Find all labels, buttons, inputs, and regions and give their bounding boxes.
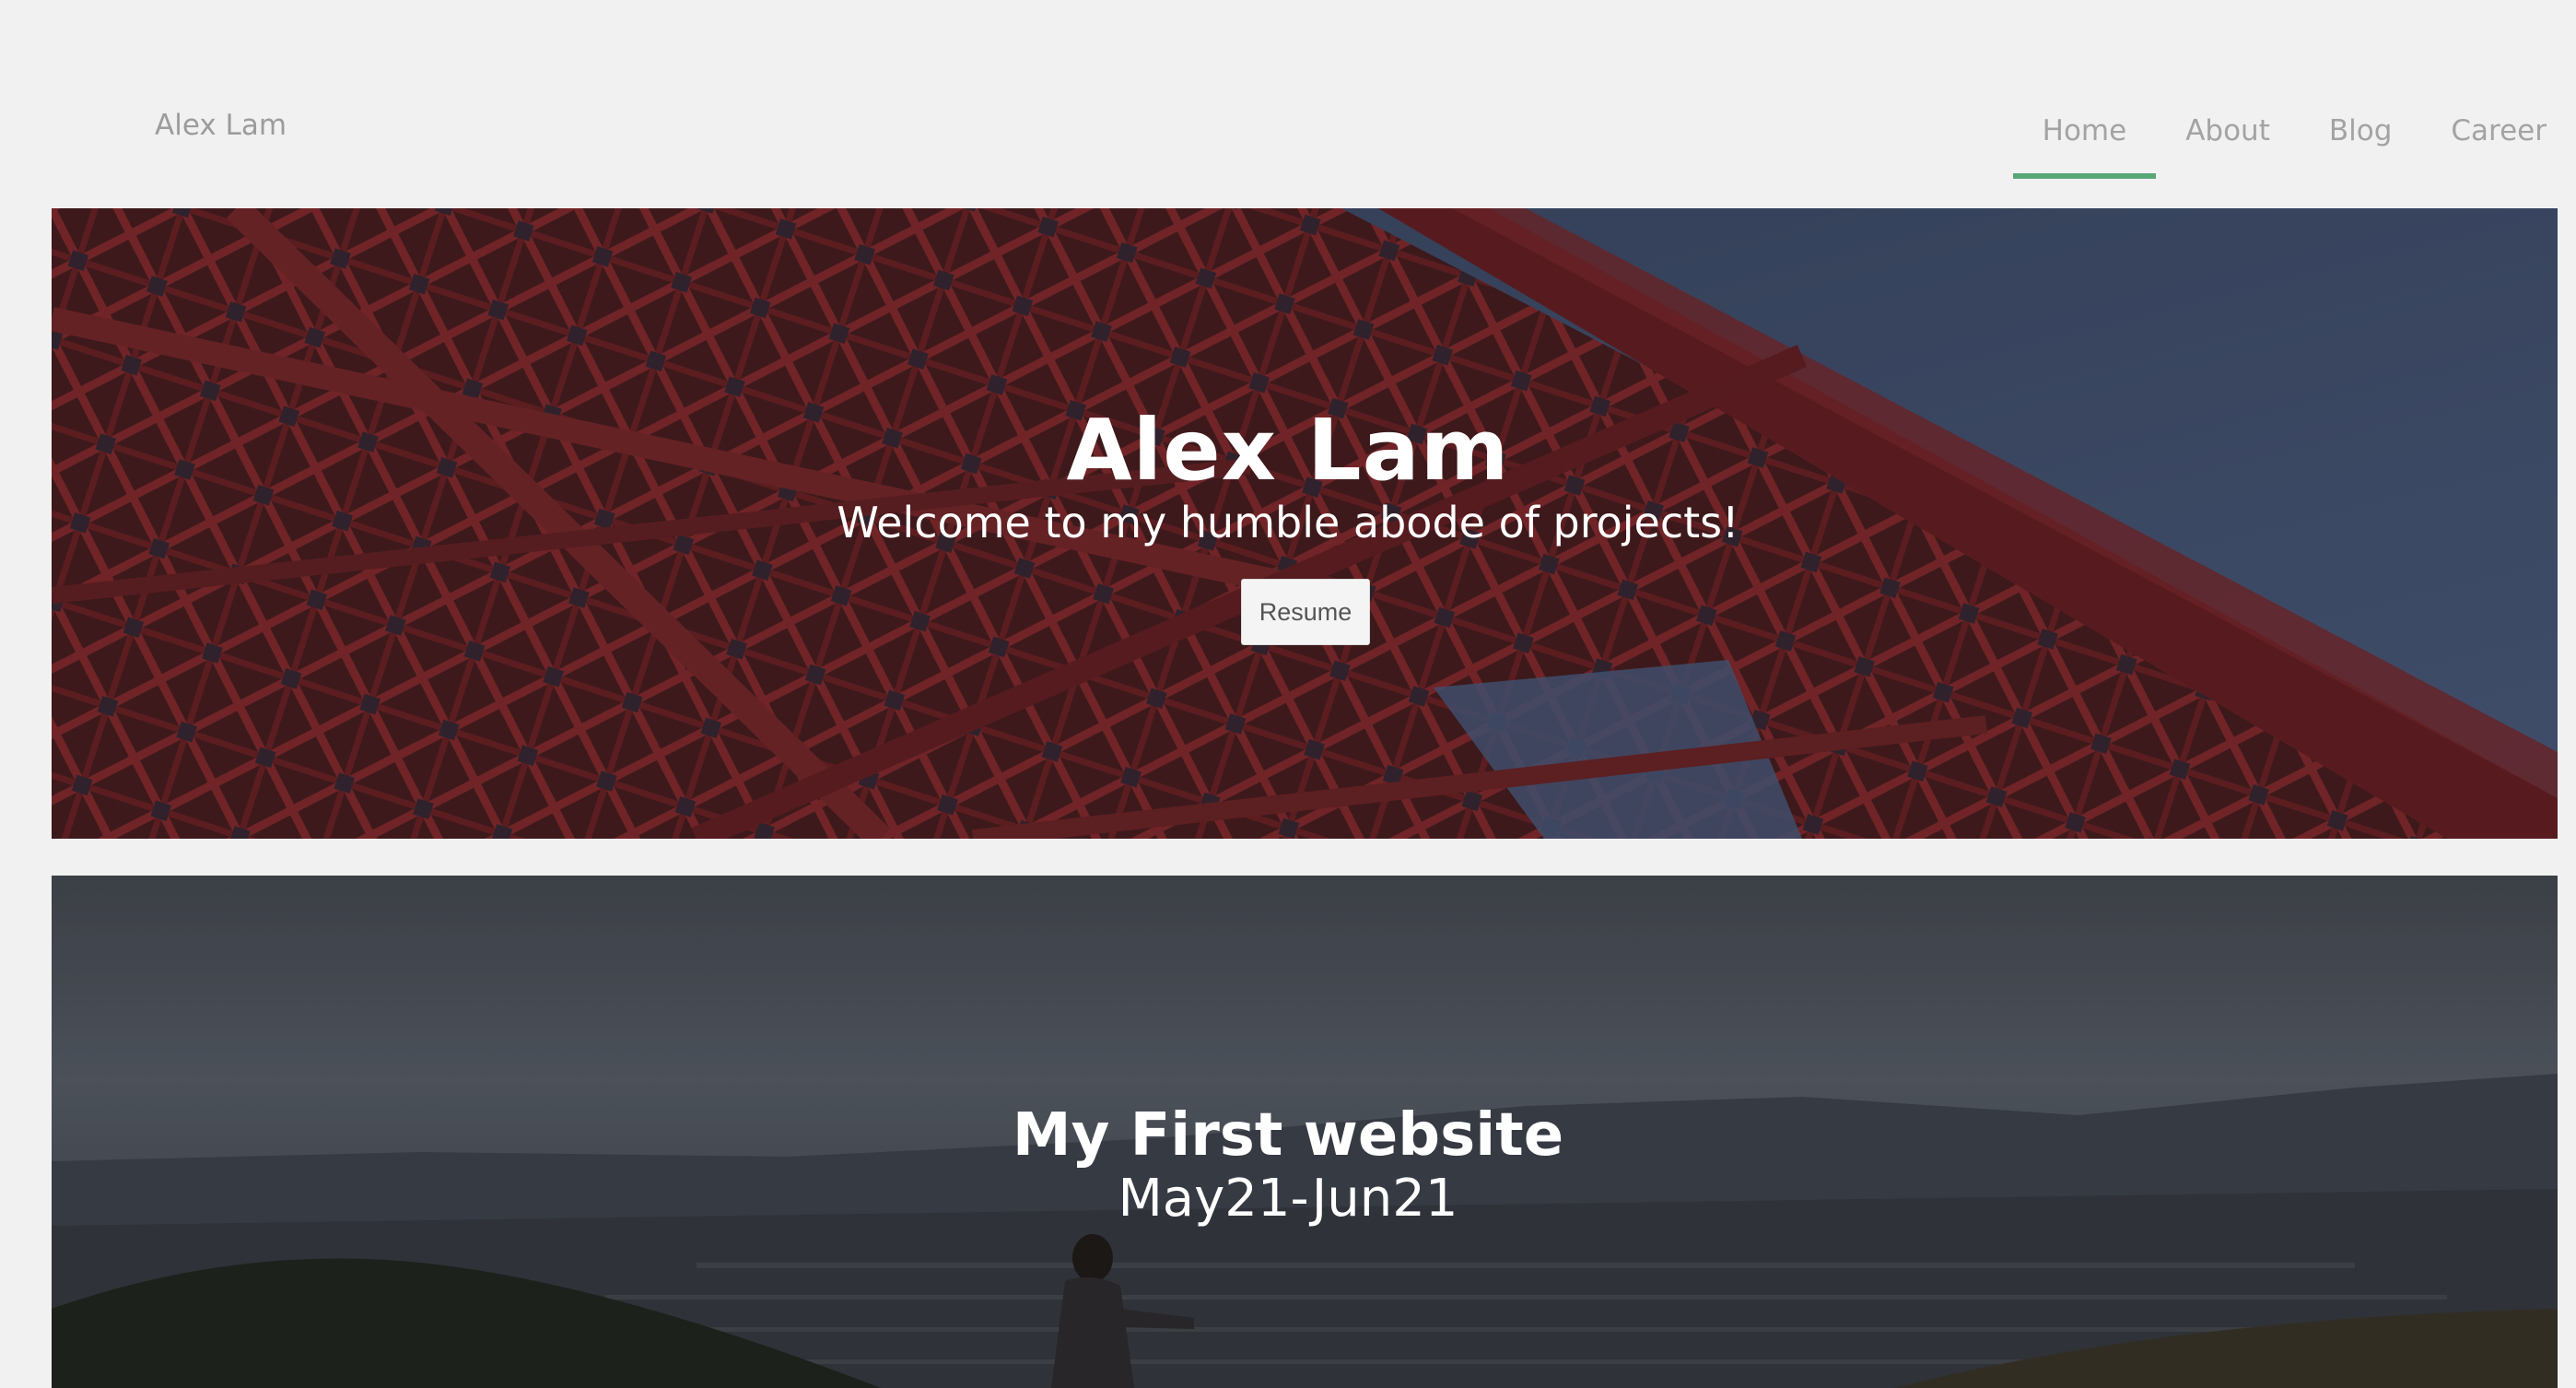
nav-blog-label: Blog <box>2328 113 2393 147</box>
nav-career[interactable]: Career <box>2421 0 2576 181</box>
brand-link[interactable]: Alex Lam <box>155 109 287 142</box>
nav-about[interactable]: About <box>2156 0 2300 181</box>
nav-home[interactable]: Home <box>2012 0 2157 181</box>
project-date: May21-Jun21 <box>1118 1169 1458 1229</box>
hero-subtitle: Welcome to my humble abode of projects! <box>837 498 1739 547</box>
nav-home-label: Home <box>2042 113 2127 147</box>
project-title: My First website <box>1012 1101 1564 1170</box>
hero-title: Alex Lam <box>1066 401 1510 500</box>
resume-button[interactable]: Resume <box>1241 579 1370 645</box>
nav-about-label: About <box>2185 113 2270 147</box>
navbar: Alex Lam Home About Blog Career <box>0 0 2576 208</box>
nav-links: Home About Blog Career <box>2012 0 2576 181</box>
nav-blog[interactable]: Blog <box>2300 0 2422 181</box>
nav-career-label: Career <box>2451 113 2547 147</box>
